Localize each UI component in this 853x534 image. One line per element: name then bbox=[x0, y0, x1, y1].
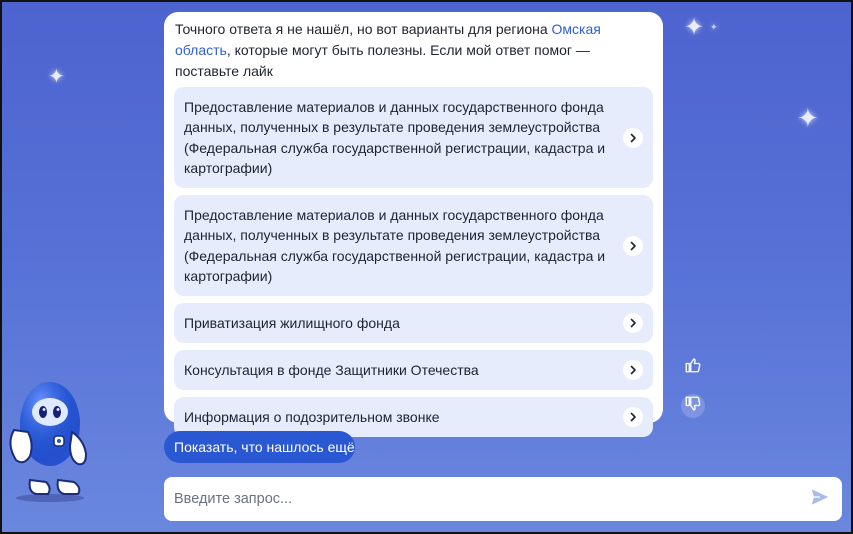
option-label: Консультация в фонде Защитники Отечества bbox=[184, 361, 479, 378]
chevron-right-icon bbox=[623, 127, 643, 148]
option-label: Информация о подозрительном звонке bbox=[184, 408, 440, 425]
sparkle-icon: ✦ bbox=[710, 23, 718, 33]
dislike-button[interactable] bbox=[681, 394, 705, 418]
chevron-right-icon bbox=[623, 235, 643, 256]
chevron-right-icon bbox=[623, 313, 643, 333]
chevron-right-icon bbox=[623, 360, 643, 380]
thumbs-down-icon bbox=[684, 395, 702, 418]
show-more-button[interactable]: Показать, что нашлось ещё bbox=[164, 431, 355, 463]
option-label: Предоставление материалов и данных госуд… bbox=[184, 98, 606, 177]
option-card[interactable]: Приватизация жилищного фонда bbox=[174, 303, 653, 343]
thumbs-up-icon bbox=[684, 356, 702, 379]
bot-message-bubble: Точного ответа я не нашёл, но вот вариан… bbox=[164, 12, 663, 437]
intro-text-end: , которые могут быть полезны. Если мой о… bbox=[175, 42, 590, 79]
intro-text-start: Точного ответа я не нашёл, но вот вариан… bbox=[175, 21, 552, 37]
send-button[interactable] bbox=[808, 487, 832, 511]
chat-window: ✦ ✦ ✦ ✦ Точного ответа я не нашёл, но во… bbox=[0, 0, 853, 534]
option-card[interactable]: Предоставление материалов и данных госуд… bbox=[174, 87, 653, 188]
send-icon bbox=[809, 486, 831, 513]
option-label: Предоставление материалов и данных госуд… bbox=[184, 206, 606, 285]
mascot-robot-image bbox=[2, 372, 102, 502]
sparkle-icon: ✦ bbox=[797, 104, 819, 134]
option-label: Приватизация жилищного фонда bbox=[184, 314, 400, 331]
sparkle-icon: ✦ bbox=[48, 64, 65, 88]
chat-input-bar bbox=[164, 477, 842, 521]
like-button[interactable] bbox=[681, 355, 705, 379]
option-card[interactable]: Предоставление материалов и данных госуд… bbox=[174, 195, 653, 296]
bot-message-intro: Точного ответа я не нашёл, но вот вариан… bbox=[174, 19, 653, 82]
chevron-right-icon bbox=[623, 407, 643, 427]
option-card[interactable]: Консультация в фонде Защитники Отечества bbox=[174, 350, 653, 390]
chat-input[interactable] bbox=[174, 491, 808, 507]
sparkle-icon: ✦ bbox=[684, 13, 705, 41]
